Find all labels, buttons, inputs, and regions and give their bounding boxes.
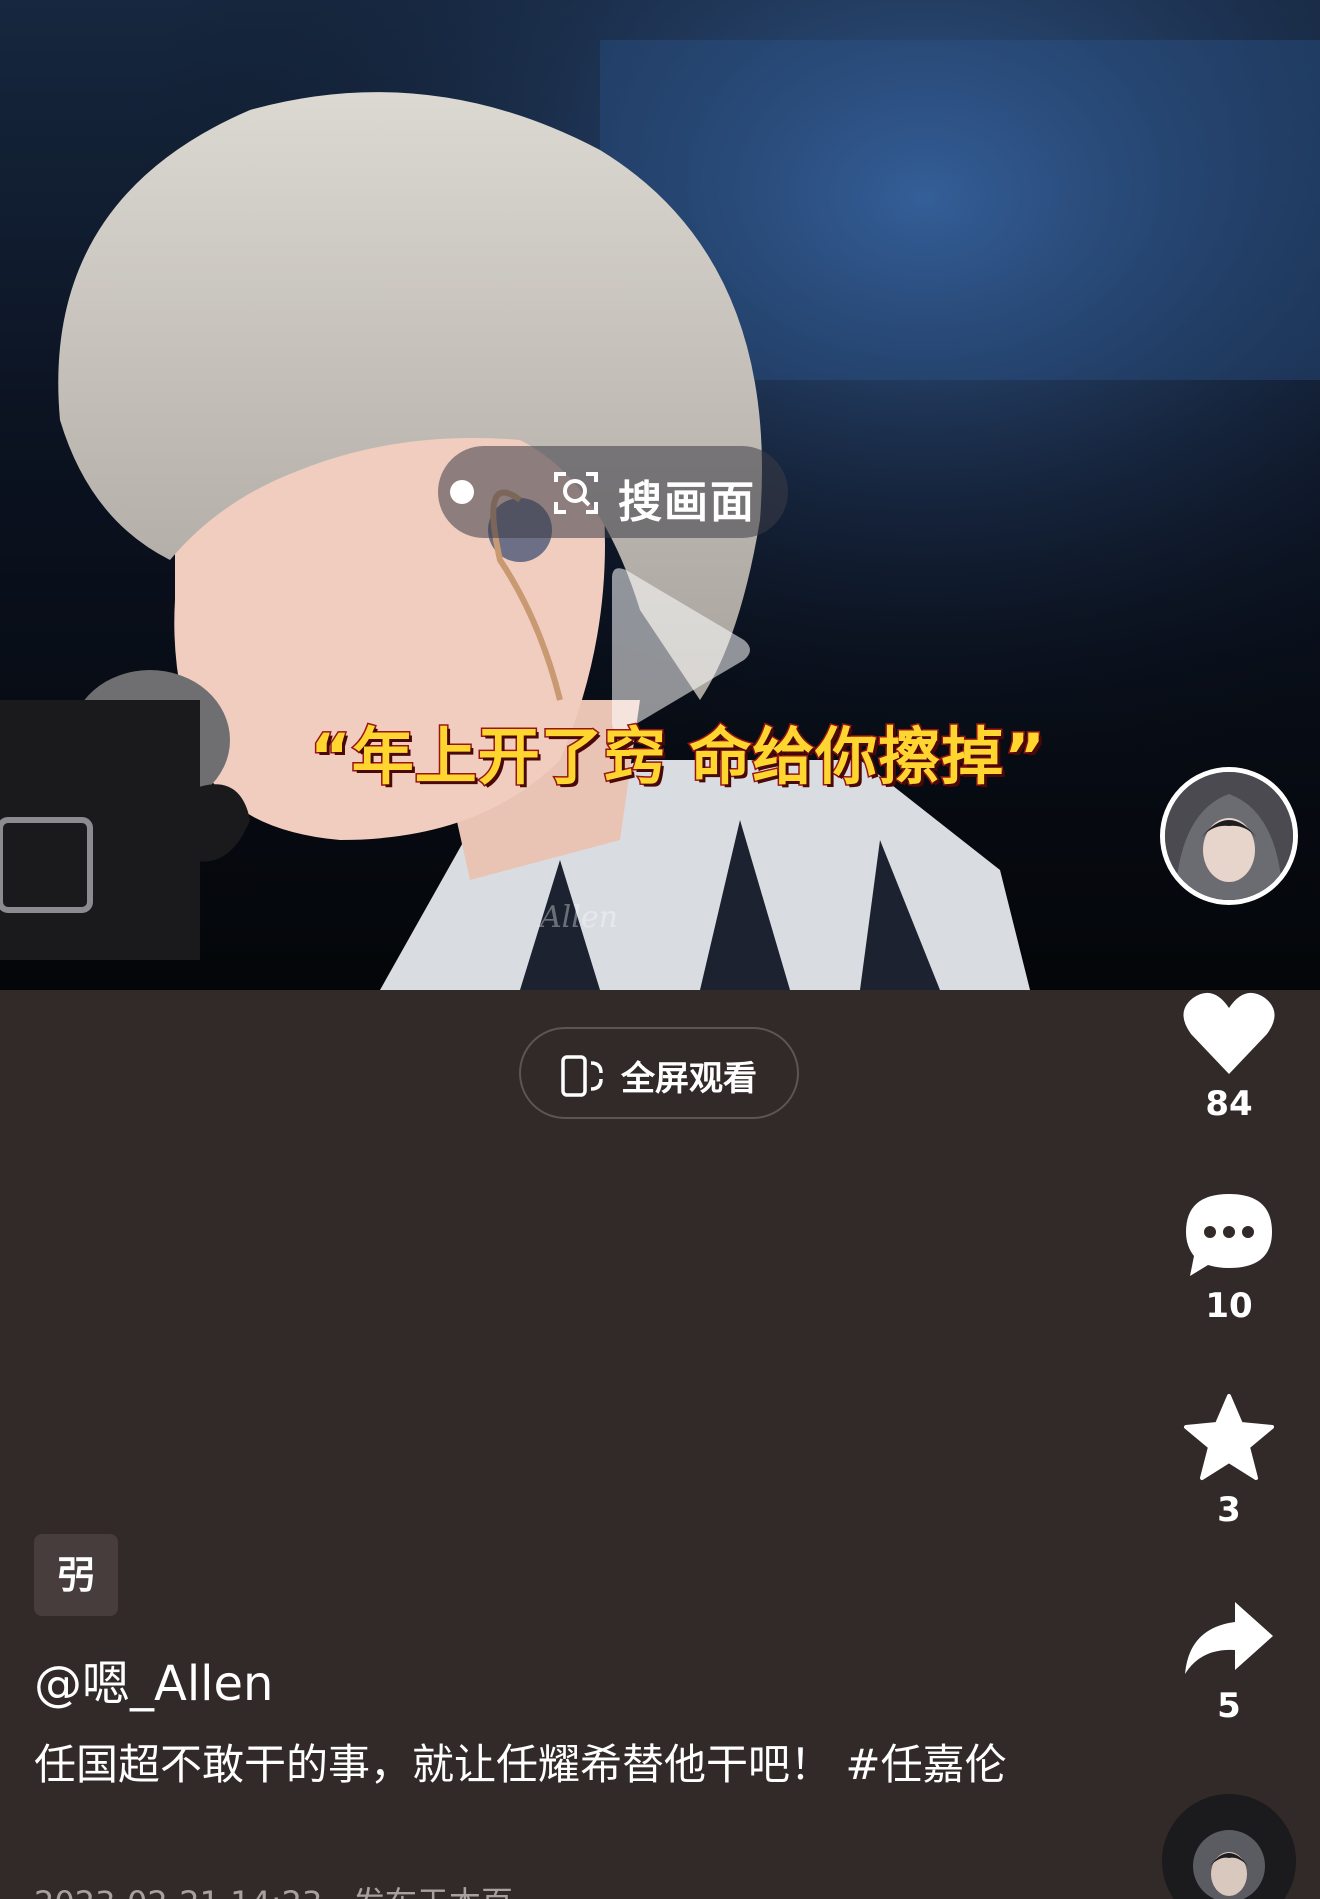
video-watermark: Allen <box>540 900 618 935</box>
author-avatar[interactable] <box>1160 767 1298 905</box>
favorite-button[interactable]: 3 <box>1160 1392 1298 1530</box>
comment-button[interactable]: 10 <box>1160 1190 1298 1326</box>
like-count: 84 <box>1205 1084 1253 1124</box>
search-frame-label: 搜画面 <box>618 477 756 528</box>
fullscreen-button[interactable]: 全屏观看 <box>519 1027 799 1119</box>
share-icon <box>1185 1602 1273 1674</box>
share-count: 5 <box>1217 1686 1241 1726</box>
indicator-dot <box>450 480 474 504</box>
music-disc-image <box>1162 1794 1296 1899</box>
share-button[interactable]: 5 <box>1160 1598 1298 1726</box>
favorite-count: 3 <box>1217 1490 1241 1530</box>
search-frame-icon <box>554 472 598 514</box>
caption-text: 任国超不敢干的事，就让任耀希替他干吧！ <box>34 1740 833 1789</box>
heart-icon <box>1183 992 1275 1074</box>
star-icon <box>1184 1394 1274 1480</box>
post-meta: 2023-02-21 14:23 · 发布于本页 <box>34 1878 513 1899</box>
like-button[interactable]: 84 <box>1160 990 1298 1124</box>
tag-chip[interactable]: 弜 <box>34 1534 118 1616</box>
video-subtitle: “年上开了窍 命给你擦掉” <box>308 719 1047 795</box>
search-frame-button[interactable]: 搜画面 <box>438 446 788 538</box>
comment-count: 10 <box>1205 1286 1253 1326</box>
video-post-screen: 搜画面 “年上开了窍 命给你擦掉” Allen 全屏观看 84 10 3 5 弜… <box>0 0 1320 1899</box>
hashtag-link[interactable]: #任嘉伦 <box>845 1740 1006 1789</box>
fullscreen-icon <box>561 1055 603 1097</box>
fullscreen-label: 全屏观看 <box>621 1059 757 1099</box>
post-caption: 任国超不敢干的事，就让任耀希替他干吧！ #任嘉伦 <box>34 1730 1014 1800</box>
author-name[interactable]: @嗯_Allen <box>34 1644 273 1714</box>
comment-icon <box>1186 1194 1272 1276</box>
video-player[interactable]: 搜画面 “年上开了窍 命给你擦掉” Allen <box>0 0 1320 990</box>
avatar-image <box>1165 772 1293 900</box>
music-disc[interactable] <box>1162 1794 1296 1899</box>
